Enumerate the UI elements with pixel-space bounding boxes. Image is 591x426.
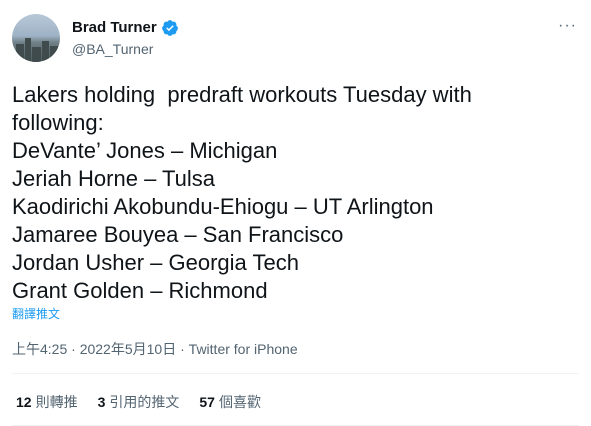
tweet-stats: 12 則轉推 3 引用的推文 57 個喜歡 <box>16 392 261 412</box>
meta-separator: · <box>180 341 185 357</box>
tweet-line: Kaodirichi Akobundu-Ehiogu – UT Arlingto… <box>12 194 434 219</box>
tweet-date[interactable]: 2022年5月10日 <box>80 341 177 357</box>
divider <box>12 373 579 374</box>
quotes-label: 引用的推文 <box>109 394 180 410</box>
tweet-line: DeVante’ Jones – Michigan <box>12 138 278 163</box>
retweets-stat[interactable]: 12 則轉推 <box>16 392 78 412</box>
avatar-building <box>16 44 24 62</box>
tweet-line: Grant Golden – Richmond <box>12 278 268 303</box>
likes-count: 57 <box>199 394 215 410</box>
tweet-line: Jeriah Horne – Tulsa <box>12 166 215 191</box>
avatar-building <box>32 47 41 62</box>
author-block: Brad Turner @BA_Turner <box>72 18 179 59</box>
quotes-stat[interactable]: 3 引用的推文 <box>98 392 180 412</box>
more-options-icon[interactable]: ··· <box>558 16 577 36</box>
display-name[interactable]: Brad Turner <box>72 18 157 38</box>
likes-label: 個喜歡 <box>218 394 261 410</box>
user-handle[interactable]: @BA_Turner <box>72 39 179 59</box>
tweet-line: Jordan Usher – Georgia Tech <box>12 250 299 275</box>
tweet-text: Lakers holding predraft workouts Tuesday… <box>12 81 582 305</box>
avatar-building <box>25 38 31 62</box>
tweet-meta: 上午4:25 · 2022年5月10日 · Twitter for iPhone <box>12 339 298 359</box>
tweet-line: Lakers holding predraft workouts Tuesday… <box>12 82 472 107</box>
verified-badge-icon <box>161 20 178 36</box>
meta-separator: · <box>71 341 76 357</box>
avatar[interactable] <box>12 14 60 62</box>
name-row: Brad Turner <box>72 18 179 38</box>
retweets-count: 12 <box>16 394 32 410</box>
avatar-building <box>50 46 58 62</box>
tweet-source[interactable]: Twitter for iPhone <box>189 341 298 357</box>
tweet-line: Jamaree Bouyea – San Francisco <box>12 222 344 247</box>
likes-stat[interactable]: 57 個喜歡 <box>199 392 261 412</box>
retweets-label: 則轉推 <box>35 394 78 410</box>
tweet-time[interactable]: 上午4:25 <box>12 341 67 357</box>
tweet-line: following: <box>12 110 104 135</box>
quotes-count: 3 <box>97 394 106 410</box>
translate-tweet-link[interactable]: 翻譯推文 <box>12 306 60 322</box>
avatar-building <box>42 41 49 62</box>
